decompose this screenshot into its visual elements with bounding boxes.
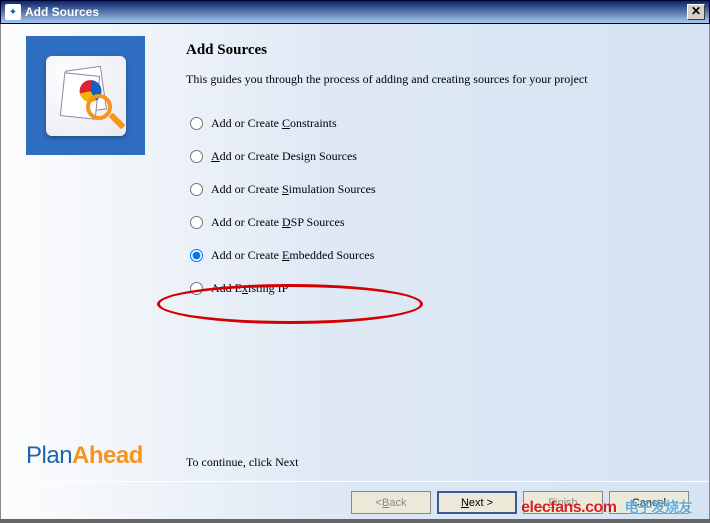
label-dsp: Add or Create DSP Sources (211, 215, 345, 230)
footer-separator (1, 481, 709, 482)
source-type-radio-group: Add or Create Constraints Add or Create … (186, 116, 679, 296)
button-row: < Back Next > Finish Cancel (351, 491, 689, 514)
back-button[interactable]: < Back (351, 491, 431, 514)
window-title: Add Sources (25, 5, 687, 19)
page-title: Add Sources (186, 42, 679, 59)
label-design-sources: Add or Create Design Sources (211, 149, 357, 164)
next-button[interactable]: Next > (437, 491, 517, 514)
continue-hint: To continue, click Next (186, 455, 298, 470)
wizard-graphic (26, 36, 145, 155)
brand-logo: PlanAhead (26, 442, 143, 470)
finish-button[interactable]: Finish (523, 491, 603, 514)
app-icon: ✦ (5, 4, 21, 20)
close-button[interactable]: ✕ (687, 4, 705, 20)
radio-embedded[interactable] (190, 249, 203, 262)
option-simulation[interactable]: Add or Create Simulation Sources (190, 182, 679, 197)
radio-existing-ip[interactable] (190, 282, 203, 295)
label-existing-ip: Add Existing IP (211, 281, 288, 296)
dialog-body: PlanAhead Add Sources This guides you th… (0, 24, 710, 523)
wizard-icon (46, 56, 126, 136)
page-subtitle: This guides you through the process of a… (186, 71, 666, 88)
label-constraints: Add or Create Constraints (211, 116, 337, 131)
radio-design-sources[interactable] (190, 150, 203, 163)
radio-simulation[interactable] (190, 183, 203, 196)
titlebar: ✦ Add Sources ✕ (0, 0, 710, 24)
bottom-edge (0, 519, 710, 523)
option-existing-ip[interactable]: Add Existing IP (190, 281, 679, 296)
option-embedded[interactable]: Add or Create Embedded Sources (190, 248, 679, 263)
label-simulation: Add or Create Simulation Sources (211, 182, 376, 197)
magnifier-icon (86, 94, 112, 120)
label-embedded: Add or Create Embedded Sources (211, 248, 374, 263)
radio-dsp[interactable] (190, 216, 203, 229)
option-dsp[interactable]: Add or Create DSP Sources (190, 215, 679, 230)
radio-constraints[interactable] (190, 117, 203, 130)
left-panel (26, 36, 145, 155)
option-constraints[interactable]: Add or Create Constraints (190, 116, 679, 131)
content-area: Add Sources This guides you through the … (186, 42, 679, 296)
cancel-button[interactable]: Cancel (609, 491, 689, 514)
option-design-sources[interactable]: Add or Create Design Sources (190, 149, 679, 164)
